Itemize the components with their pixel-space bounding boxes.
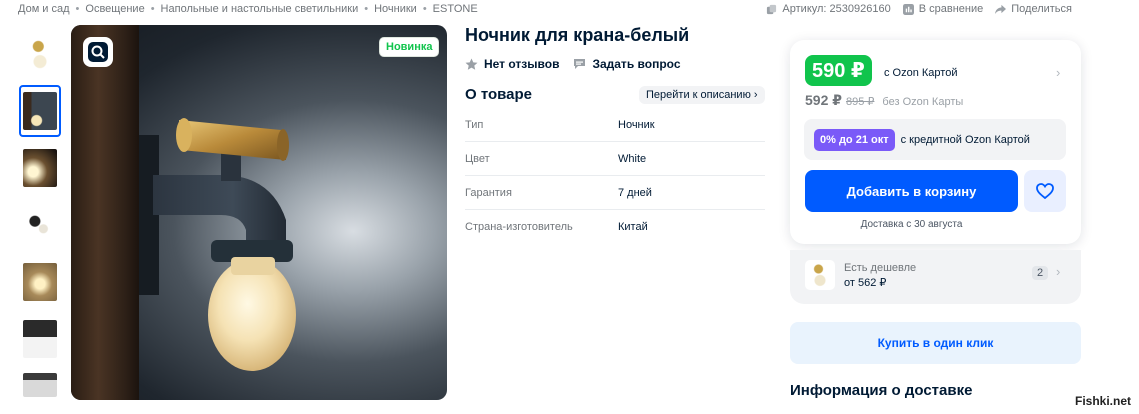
image-search-button[interactable] — [83, 37, 113, 67]
spec-row: Цвет White — [465, 142, 765, 176]
rating-row: Нет отзывов Задать вопрос — [465, 57, 681, 71]
breadcrumb-item[interactable]: Освещение — [85, 3, 144, 15]
spec-row: Гарантия 7 дней — [465, 176, 765, 210]
credit-offer[interactable]: 0% до 21 окт с кредитной Ozon Картой — [804, 119, 1066, 160]
chevron-right-icon: › — [1056, 264, 1061, 279]
goto-description-label: Перейти к описанию — [646, 89, 751, 101]
about-heading: О товаре — [465, 86, 533, 103]
thumbnail-image — [23, 206, 57, 244]
share-label: Поделиться — [1011, 3, 1072, 15]
ask-question-label: Задать вопрос — [592, 57, 681, 71]
thumbnail-image — [23, 263, 57, 301]
thumbnail-strip — [19, 28, 61, 405]
breadcrumb-item[interactable]: Напольные и настольные светильники — [161, 3, 359, 15]
product-meta: Артикул: 2530926160 В сравнение Поделить… — [766, 3, 1072, 15]
add-to-cart-button[interactable]: Добавить в корзину — [805, 170, 1018, 212]
thumbnail[interactable] — [19, 370, 61, 400]
share-link[interactable]: Поделиться — [995, 3, 1072, 15]
price-regular: 592 ₽ — [805, 92, 842, 108]
compare-link[interactable]: В сравнение — [902, 3, 984, 15]
chat-icon — [574, 59, 586, 69]
favorite-button[interactable] — [1024, 170, 1066, 212]
cheaper-offers[interactable]: Есть дешевле от 562 ₽ 2 › — [790, 250, 1081, 304]
breadcrumb-separator: • — [364, 3, 369, 15]
spec-key: Гарантия — [465, 186, 512, 199]
seller-product-thumbnail — [805, 260, 835, 290]
spec-value: Китай — [618, 221, 648, 233]
buy-card: 590 ₽ с Ozon Картой › 592 ₽ 895 ₽ без Oz… — [790, 40, 1081, 244]
thumbnail[interactable] — [19, 142, 61, 194]
thumbnail-image — [23, 373, 57, 397]
thumbnail-image — [23, 149, 57, 187]
spec-row: Тип Ночник — [465, 108, 765, 142]
share-icon — [995, 4, 1007, 14]
breadcrumb-separator: • — [75, 3, 80, 15]
breadcrumb-separator: • — [422, 3, 427, 15]
spec-key: Цвет — [465, 152, 490, 165]
thumbnail-image — [23, 320, 57, 358]
credit-text: с кредитной Ozon Картой — [900, 133, 1030, 146]
ask-question-link[interactable]: Задать вопрос — [573, 57, 681, 71]
chevron-right-icon[interactable]: › — [1056, 65, 1060, 80]
spec-value: White — [618, 152, 647, 165]
heart-icon — [1036, 183, 1054, 199]
buy-one-click-button[interactable]: Купить в один клик — [790, 322, 1081, 364]
product-main-image[interactable]: Новинка — [71, 25, 447, 400]
breadcrumb-separator: • — [150, 3, 155, 15]
article-number[interactable]: Артикул: 2530926160 — [766, 3, 891, 15]
breadcrumb: Дом и сад • Освещение • Напольные и настол… — [18, 3, 478, 15]
delivery-date: Доставка с 30 августа — [860, 219, 963, 230]
compare-label: В сравнение — [918, 3, 984, 15]
copy-icon — [767, 4, 777, 14]
thumbnail[interactable] — [19, 28, 61, 80]
new-badge: Новинка — [379, 37, 440, 57]
watermark: Fishki.net — [1072, 394, 1133, 408]
price-regular-label: без Ozon Карты — [882, 96, 964, 108]
spec-key: Тип — [465, 118, 484, 131]
spec-key: Страна-изготовитель — [465, 221, 573, 233]
article-text: Артикул: 2530926160 — [782, 3, 891, 15]
chevron-right-icon: › — [753, 89, 758, 101]
cheaper-label: Есть дешевле — [844, 262, 917, 274]
thumbnail[interactable] — [19, 199, 61, 251]
cheaper-price: от 562 ₽ — [844, 277, 887, 289]
breadcrumb-item[interactable]: Ночники — [374, 3, 417, 15]
price-old: 895 ₽ — [846, 96, 875, 108]
reviews-link[interactable]: Нет отзывов — [465, 57, 559, 71]
price-with-card[interactable]: 590 ₽ — [805, 55, 872, 86]
thumbnail-active[interactable] — [19, 85, 61, 137]
credit-badge: 0% до 21 окт — [814, 128, 895, 151]
goto-description-button[interactable]: Перейти к описанию › — [639, 86, 765, 104]
faucet-lamp-illustration — [139, 118, 296, 371]
thumbnail-image — [23, 35, 57, 73]
breadcrumb-item[interactable]: Дом и сад — [18, 3, 70, 15]
reviews-label: Нет отзывов — [484, 57, 560, 71]
thumbnail-image — [23, 92, 57, 130]
price-with-card-label: с Ozon Картой — [884, 67, 958, 79]
offers-count-badge: 2 — [1032, 266, 1049, 280]
specs-table: Тип Ночник Цвет White Гарантия 7 дней Стран… — [465, 108, 765, 244]
lens-search-icon — [88, 42, 108, 62]
product-title: Ночник для крана-белый — [465, 25, 690, 45]
thumbnail[interactable] — [19, 313, 61, 365]
compare-icon — [902, 3, 914, 15]
spec-value: 7 дней — [618, 186, 652, 199]
star-icon — [465, 58, 478, 70]
delivery-info-heading: Информация о доставке — [790, 382, 973, 399]
price-regular-row: 592 ₽ 895 ₽ без Ozon Карты — [805, 92, 963, 109]
spec-value: Ночник — [618, 118, 655, 131]
breadcrumb-item[interactable]: ESTONE — [433, 3, 478, 15]
spec-row: Страна-изготовитель Китай — [465, 210, 765, 244]
thumbnail[interactable] — [19, 256, 61, 308]
